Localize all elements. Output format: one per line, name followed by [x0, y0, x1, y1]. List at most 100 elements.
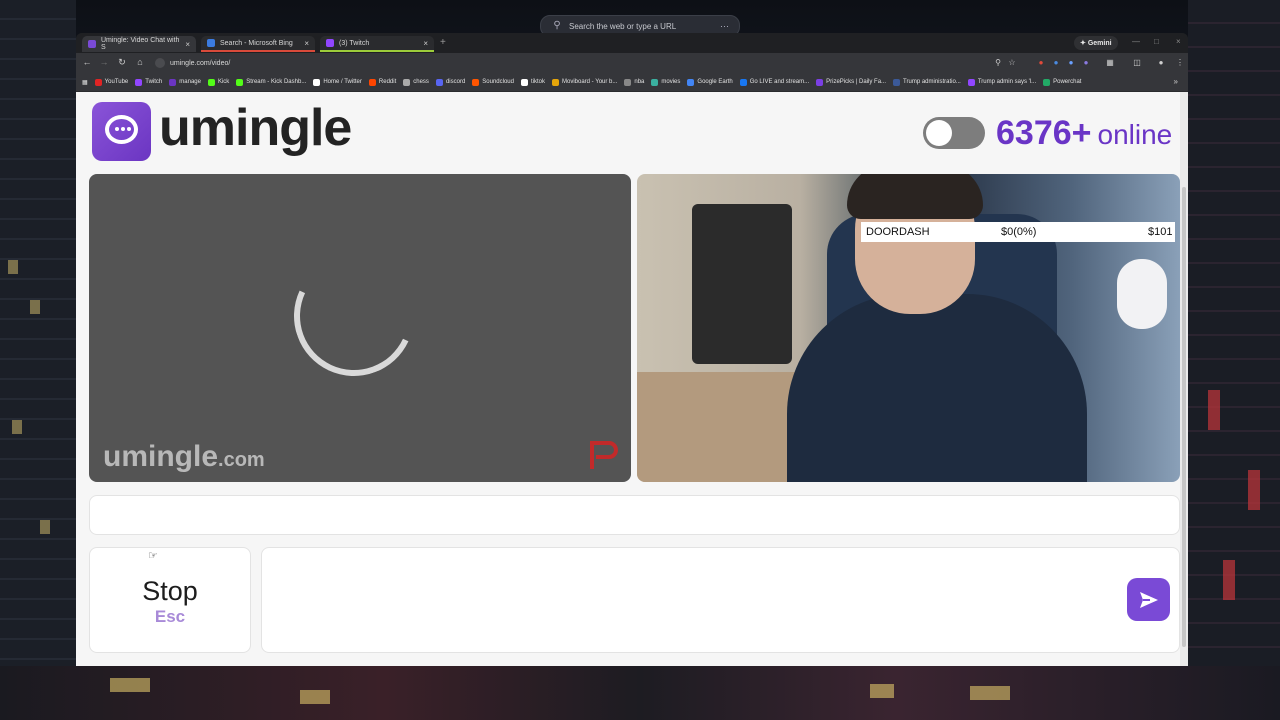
bookmark-item[interactable]: movies — [651, 78, 680, 86]
video-person-body — [787, 294, 1087, 482]
video-lamp — [1117, 259, 1167, 329]
bookmark-item[interactable]: nba — [624, 78, 644, 86]
tab-label: Search - Microsoft Bing — [220, 39, 293, 47]
gemini-button[interactable]: ✦ Gemini — [1074, 36, 1118, 50]
flag-icon[interactable] — [587, 439, 619, 471]
bookmark-label: Powerchat — [1053, 79, 1082, 85]
browser-toolbar: ← → ↻ ⌂ umingle.com/video/ ⚲ ☆ ● ● ● ● ▦… — [76, 53, 1188, 73]
bing-favicon-icon — [207, 39, 215, 47]
bookmark-favicon-icon — [816, 78, 824, 86]
send-icon — [1140, 592, 1158, 608]
tab-bing[interactable]: Search - Microsoft Bing × — [201, 36, 315, 52]
message-input[interactable] — [261, 547, 1180, 653]
bookmark-item[interactable]: Moviboard - Your b... — [552, 78, 617, 86]
browser-window: Umingle: Video Chat with S × Search - Mi… — [76, 33, 1188, 666]
bookmark-label: Twitch — [145, 79, 163, 85]
bookmark-item[interactable]: Reddit — [368, 78, 396, 86]
bookmark-item[interactable]: Stream - Kick Dashb... — [236, 78, 306, 86]
sidebar-icon[interactable]: ◫ — [1132, 58, 1142, 68]
theme-toggle[interactable] — [923, 117, 985, 149]
bookmark-label: Trump admin says 'l... — [977, 79, 1037, 85]
bookmark-item[interactable]: Go LIVE and stream... — [739, 78, 810, 86]
menu-icon[interactable]: ⋮ — [1175, 58, 1185, 68]
bookmark-item[interactable]: YouTube — [94, 78, 128, 86]
bookmark-item[interactable]: Twitch — [135, 78, 163, 86]
close-window-icon[interactable]: × — [1176, 37, 1181, 46]
bookmark-label: manage — [179, 79, 201, 85]
stock-ticker-overlay: DOORDASH $0(0%) $101 — [861, 222, 1175, 242]
bookmark-favicon-icon — [94, 78, 102, 86]
profile-icon[interactable]: ● — [1156, 58, 1166, 68]
umingle-watermark: umingle.com — [103, 440, 265, 474]
page-scrollbar[interactable] — [1180, 92, 1188, 666]
background-city-left — [0, 0, 76, 720]
bookmark-favicon-icon — [236, 78, 244, 86]
umingle-favicon-icon — [88, 40, 96, 48]
background-city-bottom — [0, 666, 1280, 720]
bookmark-item[interactable]: manage — [169, 78, 201, 86]
bookmark-favicon-icon — [687, 78, 695, 86]
stock-change: $0(0%) — [1001, 226, 1037, 238]
minimize-icon[interactable]: — — [1132, 37, 1140, 46]
forward-icon[interactable]: → — [98, 57, 110, 67]
close-tab-icon[interactable]: × — [304, 39, 309, 48]
close-tab-icon[interactable]: × — [423, 39, 428, 48]
bookmark-label: Home / Twitter — [323, 79, 362, 85]
tab-umingle[interactable]: Umingle: Video Chat with S × — [82, 36, 196, 52]
bookmark-label: Go LIVE and stream... — [749, 79, 810, 85]
bookmark-favicon-icon — [1043, 78, 1051, 86]
video-clothes-rack — [692, 204, 792, 364]
home-icon[interactable]: ⌂ — [134, 57, 146, 67]
stock-ticker: DOORDASH — [866, 226, 930, 238]
video-person-hair — [847, 174, 983, 219]
bookmark-favicon-icon — [435, 78, 443, 86]
tab-twitch[interactable]: (3) Twitch × — [320, 36, 434, 52]
bookmark-favicon-icon — [169, 78, 177, 86]
tab-label: Umingle: Video Chat with S — [100, 37, 180, 51]
stock-price: $101 — [1148, 226, 1173, 238]
new-tab-icon[interactable]: + — [440, 37, 446, 48]
video-floor — [637, 372, 797, 482]
bookmark-item[interactable]: tiktok — [520, 78, 545, 86]
bookmark-item[interactable]: Trump administratio... — [893, 78, 961, 86]
stop-label: Stop — [142, 576, 198, 606]
bookmark-favicon-icon — [135, 78, 143, 86]
more-bookmarks-icon[interactable]: » — [1174, 77, 1178, 86]
extension-icon[interactable]: ● — [1081, 58, 1091, 68]
stop-button[interactable]: Stop Esc — [89, 547, 251, 653]
bookmark-favicon-icon — [368, 78, 376, 86]
extension-icon[interactable]: ● — [1036, 58, 1046, 68]
bookmark-item[interactable]: Trump admin says 'l... — [967, 78, 1037, 86]
extension-icon[interactable]: ● — [1051, 58, 1061, 68]
bookmark-item[interactable]: Powerchat — [1043, 78, 1082, 86]
bookmark-item[interactable]: Soundcloud — [472, 78, 514, 86]
maximize-icon[interactable]: □ — [1154, 37, 1159, 46]
zoom-icon[interactable]: ⚲ — [993, 58, 1003, 68]
reload-icon[interactable]: ↻ — [116, 57, 128, 68]
bookmark-star-icon[interactable]: ☆ — [1007, 58, 1017, 68]
extensions-puzzle-icon[interactable]: ▦ — [1105, 58, 1115, 68]
bookmark-label: Soundcloud — [482, 79, 514, 85]
umingle-logo[interactable] — [92, 102, 151, 161]
bookmark-item[interactable]: Kick — [207, 78, 229, 86]
mouse-cursor-icon: ☞ — [148, 550, 158, 562]
back-icon[interactable]: ← — [81, 57, 93, 67]
tab-strip: Umingle: Video Chat with S × Search - Mi… — [76, 33, 1188, 53]
close-tab-icon[interactable]: × — [185, 40, 190, 49]
chat-bubble-icon — [105, 115, 138, 144]
apps-icon[interactable]: ▦ — [82, 79, 88, 86]
address-bar[interactable]: umingle.com/video/ — [153, 55, 1015, 71]
more-icon[interactable]: ⋯ — [720, 21, 729, 32]
bookmark-item[interactable]: Google Earth — [687, 78, 733, 86]
scrollbar-thumb[interactable] — [1182, 187, 1186, 647]
bookmark-label: chess — [413, 79, 429, 85]
bookmark-item[interactable]: chess — [403, 78, 429, 86]
stop-shortcut: Esc — [154, 607, 186, 626]
send-button[interactable] — [1127, 578, 1170, 621]
bookmark-item[interactable]: Home / Twitter — [313, 78, 362, 86]
bookmark-label: Google Earth — [697, 79, 733, 85]
bookmark-item[interactable]: PrizePicks | Daily Fa... — [816, 78, 886, 86]
site-info-icon[interactable] — [155, 58, 165, 68]
bookmark-item[interactable]: discord — [435, 78, 465, 86]
extension-icon[interactable]: ● — [1066, 58, 1076, 68]
